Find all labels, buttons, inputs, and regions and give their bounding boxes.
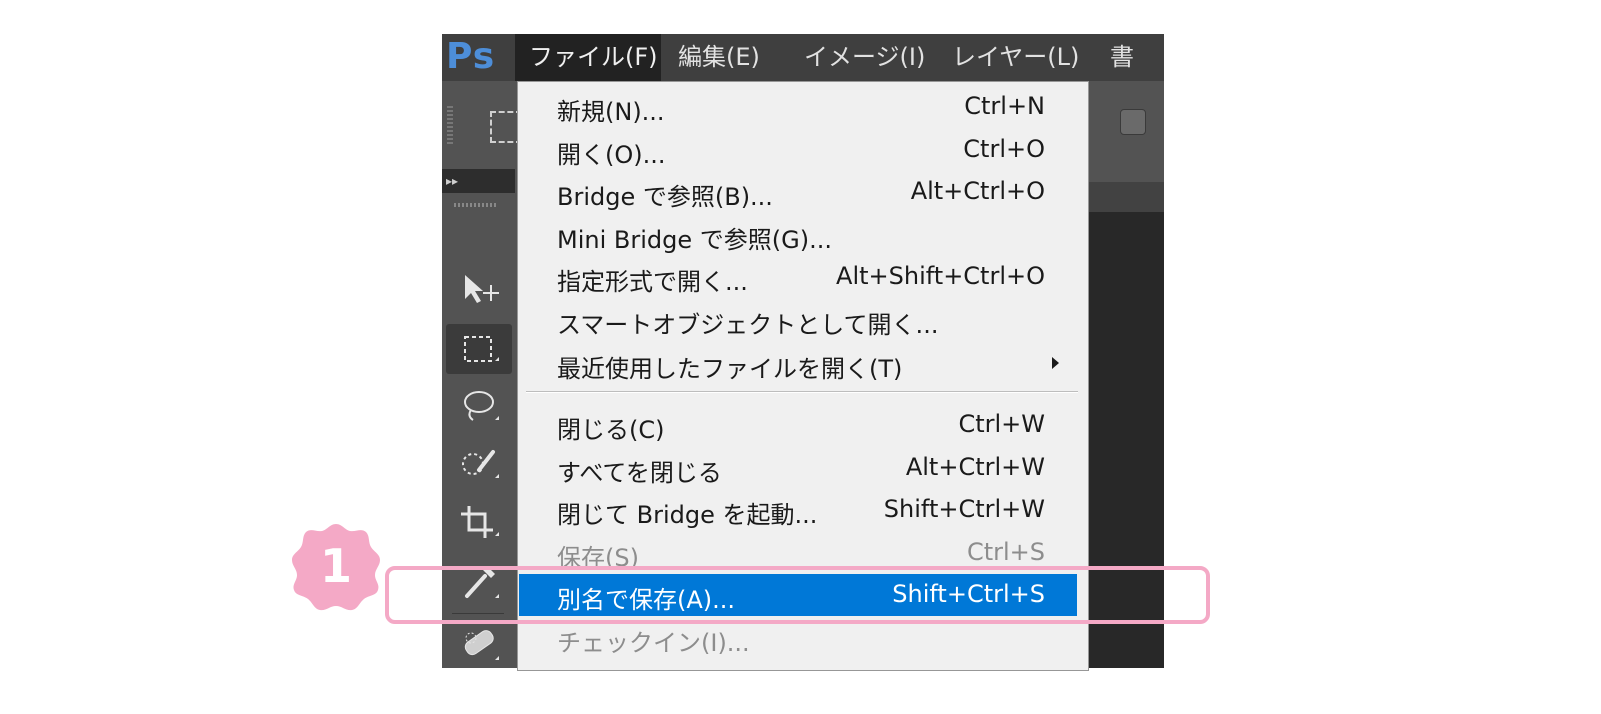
menu-item-open-as-smart-object[interactable]: スマートオブジェクトとして開く...: [519, 299, 1077, 341]
menu-item-label: スマートオブジェクトとして開く...: [557, 311, 939, 339]
spot-healing-brush-icon[interactable]: [446, 619, 512, 668]
menu-item-browse-in-mini-bridge[interactable]: Mini Bridge で参照(G)...: [519, 214, 1077, 256]
menu-item-open-as[interactable]: 指定形式で開く... Alt+Shift+Ctrl+O: [519, 256, 1077, 298]
menu-item-label: Bridge で参照(B)...: [557, 183, 773, 211]
menu-item-open[interactable]: 開く(O)... Ctrl+O: [519, 129, 1077, 171]
menu-image[interactable]: イメージ(I): [804, 34, 925, 81]
menu-item-label: Mini Bridge で参照(G)...: [557, 226, 832, 254]
menu-item-label: 閉じる(C): [557, 416, 665, 444]
menu-type[interactable]: 書: [1110, 34, 1134, 81]
menu-item-browse-in-bridge[interactable]: Bridge で参照(B)... Alt+Ctrl+O: [519, 171, 1077, 213]
menu-bar: Ps ファイル(F) 編集(E) イメージ(I) レイヤー(L) 書: [442, 34, 1164, 81]
crop-tool-icon[interactable]: [446, 497, 512, 547]
menu-item-label: 最近使用したファイルを開く(T): [557, 355, 903, 383]
menu-item-shortcut: Ctrl+W: [958, 410, 1045, 438]
menu-item-label: すべてを閉じる: [557, 459, 722, 487]
menu-item-shortcut: Ctrl+N: [964, 92, 1045, 120]
options-checkbox[interactable]: [1120, 109, 1146, 135]
menu-file[interactable]: ファイル(F): [515, 34, 661, 81]
options-bar-grip[interactable]: [447, 106, 453, 146]
callout-highlight-frame: [385, 566, 1210, 624]
photoshop-logo: Ps: [446, 36, 496, 77]
quick-selection-tool-icon[interactable]: [446, 439, 512, 489]
submenu-arrow-icon: [1052, 357, 1059, 369]
step-number-text: 1: [320, 539, 352, 593]
menu-item-label: 新規(N)...: [557, 98, 665, 126]
menu-item-shortcut: Alt+Ctrl+O: [910, 177, 1045, 205]
menu-item-shortcut: Ctrl+O: [963, 135, 1045, 163]
menu-item-shortcut: Shift+Ctrl+W: [883, 495, 1045, 523]
menu-item-close[interactable]: 閉じる(C) Ctrl+W: [519, 404, 1077, 446]
menu-separator: [526, 391, 1078, 393]
menu-item-shortcut: Alt+Ctrl+W: [905, 453, 1045, 481]
step-number-badge: 1: [292, 524, 380, 611]
menu-item-close-and-go-to-bridge[interactable]: 閉じて Bridge を起動... Shift+Ctrl+W: [519, 489, 1077, 531]
move-tool-icon[interactable]: [446, 264, 512, 314]
menu-item-open-recent[interactable]: 最近使用したファイルを開く(T): [519, 343, 1077, 385]
rectangular-marquee-tool-icon[interactable]: [446, 324, 512, 374]
menu-item-shortcut: Alt+Shift+Ctrl+O: [836, 262, 1045, 290]
menu-edit[interactable]: 編集(E): [678, 34, 760, 81]
toolbox-grip[interactable]: [454, 203, 498, 207]
lasso-tool-icon[interactable]: [446, 381, 512, 431]
menu-item-label: 開く(O)...: [557, 141, 666, 169]
menu-item-shortcut: Ctrl+S: [966, 538, 1045, 566]
menu-layer[interactable]: レイヤー(L): [952, 34, 1079, 81]
menu-item-label: 指定形式で開く...: [557, 268, 748, 296]
menu-item-close-all[interactable]: すべてを閉じる Alt+Ctrl+W: [519, 447, 1077, 489]
toolbox-collapse-icon[interactable]: ▸▸: [442, 169, 515, 193]
menu-item-new[interactable]: 新規(N)... Ctrl+N: [519, 86, 1077, 128]
menu-item-label: 閉じて Bridge を起動...: [557, 501, 818, 529]
menu-item-label: チェックイン(I)...: [557, 629, 750, 657]
